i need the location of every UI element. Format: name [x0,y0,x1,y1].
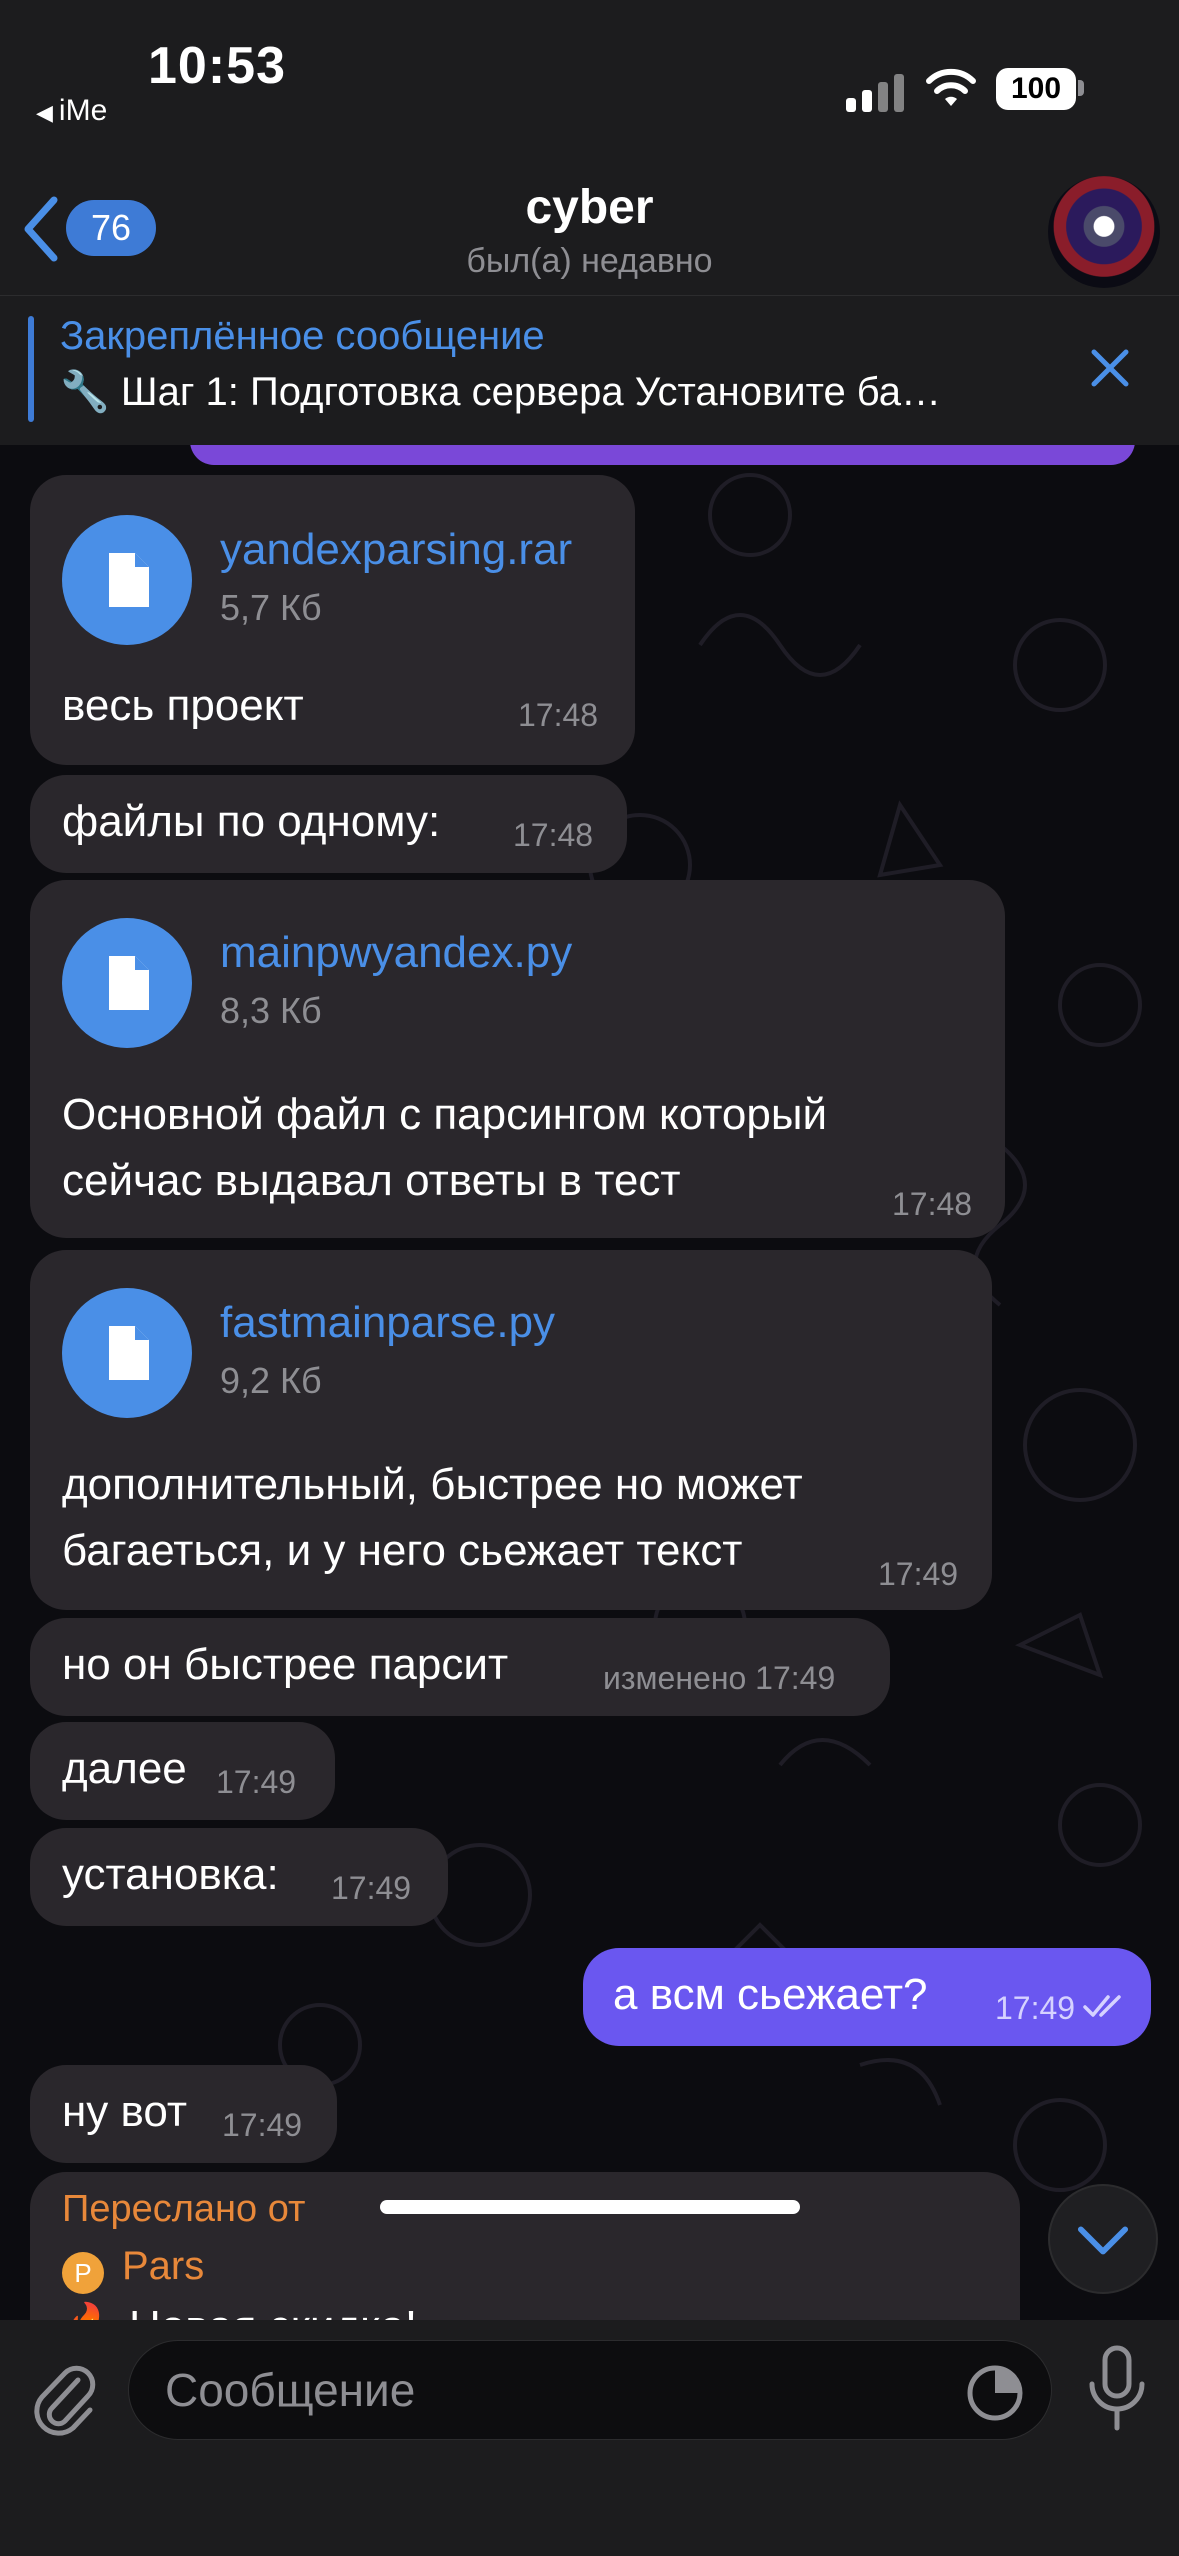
sticker-icon[interactable] [965,2363,1025,2423]
outgoing-message-bubble[interactable]: а всм сьежает? 17:49 [583,1948,1151,2046]
scroll-to-bottom-button[interactable] [1048,2184,1158,2294]
chevron-down-icon [1077,2226,1129,2255]
battery-cap [1078,80,1084,96]
pinned-message-bar[interactable]: Закреплённое сообщение 🔧 Шаг 1: Подготов… [0,295,1179,445]
pinned-text: 🔧 Шаг 1: Подготовка сервера Установите б… [60,370,942,414]
message-text-line: багаеться, и у него сьежает текст [62,1526,743,1575]
message-bubble[interactable]: установка: 17:49 [30,1828,448,1926]
message-text: весь проект [62,681,304,730]
wifi-icon [926,68,976,106]
message-bubble[interactable]: ну вот 17:49 [30,2065,337,2163]
status-bar: 10:53 ◀ iMe 100 [0,0,1179,170]
forwarded-message-bubble[interactable]: Переслано от P Pars 🔥 Новая скидка! [30,2172,1020,2320]
message-text: но он быстрее парсит [62,1640,509,1689]
read-checkmarks-icon [1083,1995,1121,2017]
chat-status: был(а) недавно [466,242,713,280]
file-name[interactable]: mainpwyandex.py [220,928,572,978]
message-text: ну вот [62,2087,188,2136]
message-time: 17:49 [878,1556,959,1592]
microphone-icon[interactable] [1084,2344,1150,2436]
message-time: 17:48 [513,817,594,853]
message-bubble[interactable]: mainpwyandex.py 8,3 Кб Основной файл с п… [30,880,1005,1238]
back-triangle-icon: ◀ [36,100,53,125]
previous-outgoing-bubble[interactable] [190,445,1135,465]
message-input-bar [0,2320,1179,2556]
paperclip-icon[interactable] [28,2350,98,2440]
message-text-line: сейчас выдавал ответы в тест [62,1156,681,1205]
message-input[interactable] [165,2341,945,2439]
contact-avatar[interactable] [1048,176,1160,288]
forward-source-avatar[interactable]: P [62,2252,104,2294]
message-bubble[interactable]: yandexparsing.rar 5,7 Кб весь проект 17:… [30,475,635,765]
file-icon[interactable] [62,515,192,645]
forwarded-label: Переслано от [62,2188,306,2230]
message-time: 17:49 [995,1990,1076,2026]
status-time: 10:53 [148,37,286,95]
message-bubble[interactable]: но он быстрее парсит изменено 17:49 [30,1618,890,1716]
message-time: 17:49 [222,2107,303,2143]
chat-area[interactable]: yandexparsing.rar 5,7 Кб весь проект 17:… [0,445,1179,2320]
file-icon[interactable] [62,1288,192,1418]
signal-icon [846,72,910,112]
message-text: далее [62,1744,187,1793]
message-text: а всм сьежает? [613,1970,928,2019]
file-name[interactable]: fastmainparse.py [220,1298,555,1348]
message-bubble[interactable]: fastmainparse.py 9,2 Кб дополнительный, … [30,1250,992,1610]
message-text-line: дополнительный, быстрее но может [62,1460,803,1509]
message-time: изменено 17:49 [603,1660,836,1696]
chat-header: 76 cyber был(а) недавно [0,170,1179,295]
back-to-app-link[interactable]: ◀ iMe [36,94,107,128]
battery-icon: 100 [996,68,1076,110]
message-time: 17:48 [892,1186,973,1222]
close-icon[interactable] [1086,344,1134,392]
message-bubble[interactable]: далее 17:49 [30,1722,335,1820]
message-text: 🔥 Новая скидка! [62,2300,417,2320]
forward-source-name[interactable]: Pars [122,2244,204,2289]
file-name[interactable]: yandexparsing.rar [220,525,572,575]
message-input-field[interactable] [128,2340,1052,2440]
file-icon[interactable] [62,918,192,1048]
pinned-title: Закреплённое сообщение [60,314,545,358]
message-text-line: Основной файл с парсингом который [62,1090,828,1139]
back-app-label: iMe [58,94,108,127]
chat-title[interactable]: cyber [0,180,1179,235]
file-size: 8,3 Кб [220,990,322,1031]
message-text: файлы по одному: [62,797,441,846]
file-size: 5,7 Кб [220,587,322,628]
message-time: 17:49 [331,1870,412,1906]
home-indicator[interactable] [380,2200,800,2214]
message-bubble[interactable]: файлы по одному: 17:48 [30,775,627,873]
message-time: 17:48 [518,697,599,733]
pinned-indicator [28,316,34,422]
message-text: установка: [62,1850,279,1899]
file-size: 9,2 Кб [220,1360,322,1401]
message-time: 17:49 [216,1764,297,1800]
